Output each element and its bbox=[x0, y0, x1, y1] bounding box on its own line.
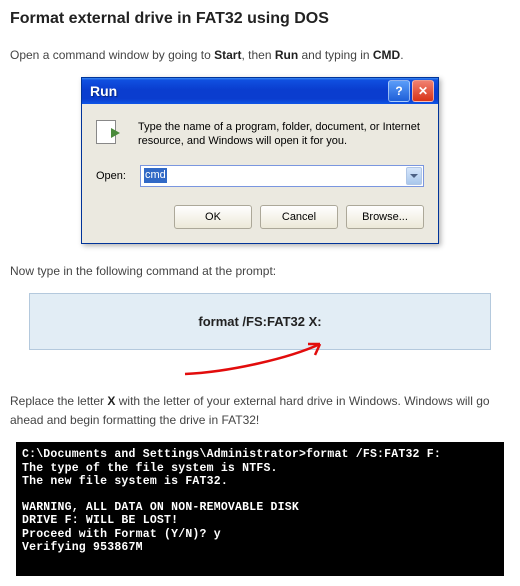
text: and typing in bbox=[298, 48, 373, 62]
kw-cmd: CMD bbox=[373, 48, 400, 62]
chevron-down-icon bbox=[410, 174, 418, 178]
help-icon: ? bbox=[395, 84, 402, 98]
window-title: Run bbox=[90, 83, 386, 99]
run-dialog: Run ? ✕ Type the name of a program, fold… bbox=[81, 77, 439, 244]
intro-paragraph: Open a command window by going to Start,… bbox=[10, 46, 510, 65]
close-button[interactable]: ✕ bbox=[412, 80, 434, 102]
button-row: OK Cancel Browse... bbox=[96, 205, 424, 229]
prompt-intro: Now type in the following command at the… bbox=[10, 262, 510, 281]
cancel-button[interactable]: Cancel bbox=[260, 205, 338, 229]
replace-paragraph: Replace the letter X with the letter of … bbox=[10, 392, 510, 430]
browse-button[interactable]: Browse... bbox=[346, 205, 424, 229]
open-label: Open: bbox=[96, 170, 140, 182]
kw-start: Start bbox=[214, 48, 241, 62]
console-output: C:\Documents and Settings\Administrator>… bbox=[16, 442, 504, 576]
help-button[interactable]: ? bbox=[388, 80, 410, 102]
open-row: Open: cmd bbox=[96, 165, 424, 187]
title-bar: Run ? ✕ bbox=[82, 78, 438, 104]
dropdown-button[interactable] bbox=[406, 167, 422, 185]
open-input-value: cmd bbox=[144, 168, 167, 183]
ok-button[interactable]: OK bbox=[174, 205, 252, 229]
description-text: Type the name of a program, folder, docu… bbox=[138, 120, 424, 149]
run-icon bbox=[96, 120, 128, 144]
text: Open a command window by going to bbox=[10, 48, 214, 62]
close-icon: ✕ bbox=[418, 84, 428, 98]
dialog-body: Type the name of a program, folder, docu… bbox=[82, 104, 438, 243]
text: . bbox=[400, 48, 403, 62]
text: , then bbox=[241, 48, 274, 62]
kw-run: Run bbox=[275, 48, 298, 62]
text: Replace the letter bbox=[10, 394, 107, 408]
open-input[interactable]: cmd bbox=[140, 165, 424, 187]
annotation-arrow bbox=[30, 350, 490, 380]
description-row: Type the name of a program, folder, docu… bbox=[96, 120, 424, 149]
page-title: Format external drive in FAT32 using DOS bbox=[10, 10, 510, 28]
